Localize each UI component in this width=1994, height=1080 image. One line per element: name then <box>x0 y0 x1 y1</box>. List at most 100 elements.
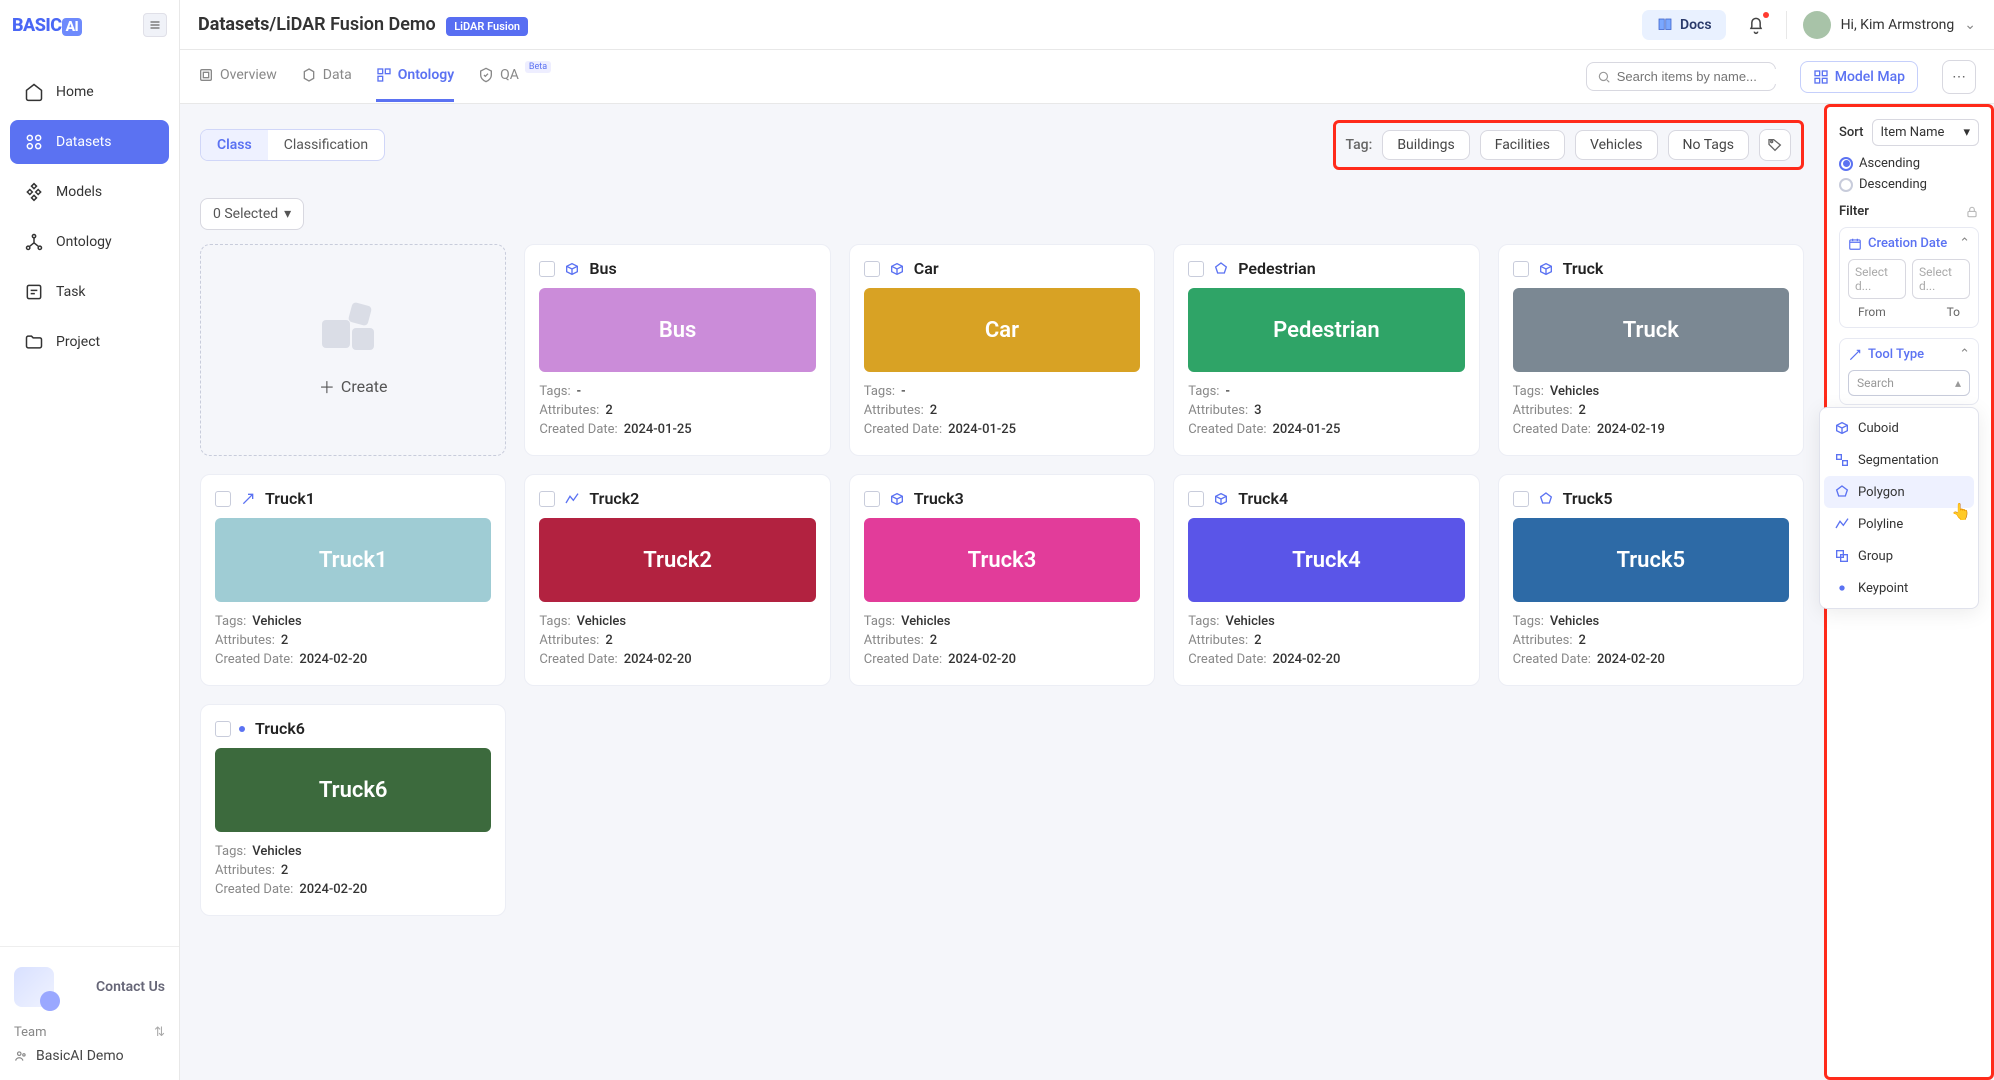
tab-ontology[interactable]: Ontology <box>376 51 454 102</box>
team-row[interactable]: BasicAI Demo <box>10 1044 169 1068</box>
meta-key-created: Created Date: <box>215 882 293 897</box>
tool-option-keypoint[interactable]: Keypoint <box>1824 572 1974 604</box>
chevron-up-icon[interactable]: ⌃ <box>1959 347 1970 362</box>
sidebar-item-project[interactable]: Project <box>10 320 169 364</box>
user-menu[interactable]: Hi, Kim Armstrong ⌄ <box>1786 11 1976 39</box>
tool-option-cuboid[interactable]: Cuboid <box>1824 412 1974 444</box>
card-checkbox[interactable] <box>864 261 880 277</box>
chevron-up-icon[interactable]: ⌃ <box>1959 236 1970 251</box>
contact-us-button[interactable]: Contact Us <box>10 959 169 1015</box>
create-card[interactable]: ＋Create <box>200 244 506 456</box>
sidebar: BASICAI Home Datasets Models O <box>0 0 180 1080</box>
class-card[interactable]: Car Car Tags:- Attributes:2 Created Date… <box>849 244 1155 456</box>
segment-class[interactable]: Class <box>201 130 268 160</box>
notifications-button[interactable] <box>1746 15 1766 35</box>
class-card[interactable]: Truck4 Truck4 Tags:Vehicles Attributes:2… <box>1173 474 1479 686</box>
meta-key-tags: Tags: <box>1513 384 1544 399</box>
card-title: Pedestrian <box>1238 259 1315 278</box>
selected-count-dropdown[interactable]: 0 Selected ▾ <box>200 198 304 230</box>
card-thumb: Truck5 <box>1513 518 1789 602</box>
card-title: Truck2 <box>589 489 639 508</box>
sort-ascending-radio[interactable]: Ascending <box>1839 156 1979 171</box>
card-checkbox[interactable] <box>1188 261 1204 277</box>
more-icon: ⋯ <box>1952 69 1966 85</box>
date-from-input[interactable]: Select d... <box>1848 259 1906 299</box>
tool-option-group[interactable]: Group <box>1824 540 1974 572</box>
meta-key-tags: Tags: <box>864 384 895 399</box>
tab-data[interactable]: Data <box>301 51 352 102</box>
tool-type-search[interactable]: Search ▴ <box>1848 370 1970 396</box>
model-map-button[interactable]: Model Map <box>1800 61 1918 93</box>
tag-vehicles[interactable]: Vehicles <box>1575 130 1658 160</box>
card-checkbox[interactable] <box>864 491 880 507</box>
class-card[interactable]: Pedestrian Pedestrian Tags:- Attributes:… <box>1173 244 1479 456</box>
tab-label: Overview <box>220 67 277 83</box>
team-label: Team <box>14 1025 47 1040</box>
sidebar-item-home[interactable]: Home <box>10 70 169 114</box>
sidebar-item-datasets[interactable]: Datasets <box>10 120 169 164</box>
meta-key-tags: Tags: <box>215 614 246 629</box>
card-checkbox[interactable] <box>215 491 231 507</box>
sidebar-item-models[interactable]: Models <box>10 170 169 214</box>
class-card[interactable]: Bus Bus Tags:- Attributes:2 Created Date… <box>524 244 830 456</box>
tag-notags[interactable]: No Tags <box>1668 130 1749 160</box>
tool-type-filter: Tool Type ⌃ Search ▴ <box>1839 338 1979 405</box>
selected-count-label: 0 Selected <box>213 206 278 222</box>
tool-option-segmentation[interactable]: Segmentation <box>1824 444 1974 476</box>
card-checkbox[interactable] <box>539 261 555 277</box>
meta-val-attrs: 3 <box>1254 403 1261 418</box>
breadcrumb-root[interactable]: Datasets <box>198 14 269 35</box>
menu-icon <box>149 19 161 31</box>
sidebar-item-ontology[interactable]: Ontology <box>10 220 169 264</box>
arrow-icon <box>239 490 257 508</box>
tag-facilities[interactable]: Facilities <box>1480 130 1565 160</box>
radio-on-icon <box>1839 157 1853 171</box>
meta-val-attrs: 2 <box>1579 403 1586 418</box>
card-thumb: Bus <box>539 288 815 372</box>
tab-label: Data <box>323 67 352 83</box>
meta-val-attrs: 2 <box>605 633 612 648</box>
class-card[interactable]: Truck3 Truck3 Tags:Vehicles Attributes:2… <box>849 474 1155 686</box>
tool-option-label: Polygon <box>1858 485 1905 500</box>
sort-descending-radio[interactable]: Descending <box>1839 177 1979 192</box>
docs-button[interactable]: Docs <box>1642 10 1726 40</box>
meta-key-attrs: Attributes: <box>864 403 924 418</box>
more-button[interactable]: ⋯ <box>1942 60 1976 94</box>
tab-qa[interactable]: QA Beta <box>478 51 551 102</box>
class-card[interactable]: Truck Truck Tags:Vehicles Attributes:2 C… <box>1498 244 1804 456</box>
creation-date-filter: Creation Date ⌃ Select d... Select d... … <box>1839 227 1979 328</box>
docs-label: Docs <box>1680 17 1712 33</box>
card-checkbox[interactable] <box>1188 491 1204 507</box>
meta-key-attrs: Attributes: <box>864 633 924 648</box>
meta-val-tags: - <box>577 384 581 399</box>
tag-buildings[interactable]: Buildings <box>1382 130 1469 160</box>
search-input[interactable] <box>1586 62 1776 91</box>
team-selector[interactable]: Team ⇅ <box>10 1015 169 1044</box>
calendar-icon <box>1848 237 1862 251</box>
content-area: Class Classification Tag: Buildings Faci… <box>180 104 1824 1080</box>
sidebar-collapse-button[interactable] <box>143 13 167 37</box>
tab-overview[interactable]: Overview <box>198 51 277 102</box>
class-card[interactable]: Truck6 Truck6 Tags:Vehicles Attributes:2… <box>200 704 506 916</box>
date-to-input[interactable]: Select d... <box>1912 259 1970 299</box>
card-checkbox[interactable] <box>1513 491 1529 507</box>
sort-select[interactable]: Item Name ▾ <box>1872 119 1980 146</box>
meta-key-tags: Tags: <box>864 614 895 629</box>
tag-filter-row: Tag: Buildings Facilities Vehicles No Ta… <box>1333 120 1804 170</box>
card-checkbox[interactable] <box>539 491 555 507</box>
team-icon <box>14 1049 28 1063</box>
search-field[interactable] <box>1617 69 1793 84</box>
class-card[interactable]: Truck1 Truck1 Tags:Vehicles Attributes:2… <box>200 474 506 686</box>
card-checkbox[interactable] <box>215 721 231 737</box>
meta-val-attrs: 2 <box>605 403 612 418</box>
card-checkbox[interactable] <box>1513 261 1529 277</box>
tool-type-label: Tool Type <box>1868 347 1924 362</box>
tag-manage-button[interactable] <box>1759 129 1791 161</box>
class-card[interactable]: Truck2 Truck2 Tags:Vehicles Attributes:2… <box>524 474 830 686</box>
class-card[interactable]: Truck5 Truck5 Tags:Vehicles Attributes:2… <box>1498 474 1804 686</box>
card-thumb: Truck2 <box>539 518 815 602</box>
meta-key-created: Created Date: <box>539 422 617 437</box>
card-title: Truck6 <box>255 719 305 738</box>
sidebar-item-task[interactable]: Task <box>10 270 169 314</box>
segment-classification[interactable]: Classification <box>268 130 384 160</box>
